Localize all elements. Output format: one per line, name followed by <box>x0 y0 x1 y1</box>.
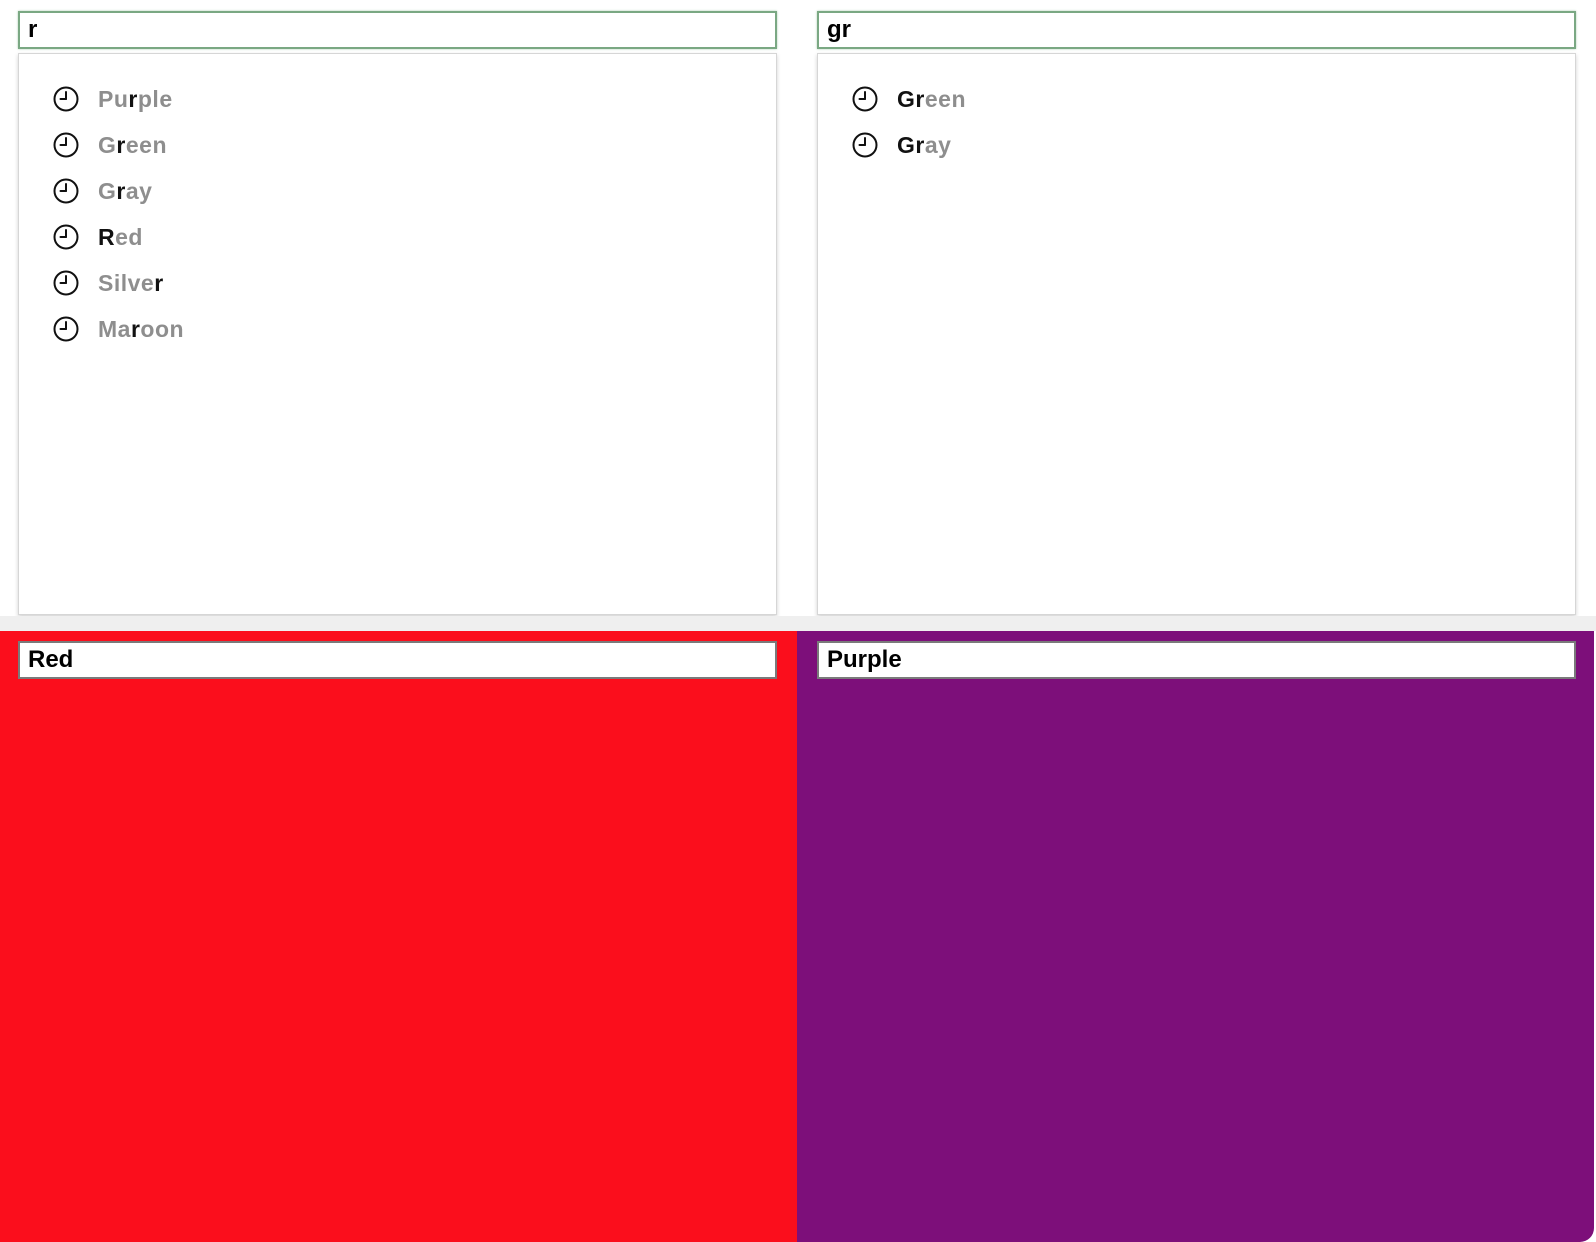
clock-icon <box>851 85 879 113</box>
suggestion-label: Purple <box>98 85 173 112</box>
suggestion-item-silver[interactable]: Silver <box>19 260 776 306</box>
suggestion-item-green[interactable]: Green <box>19 122 776 168</box>
suggestion-label: Silver <box>98 269 164 296</box>
panel-divider <box>0 616 1596 631</box>
clock-icon <box>52 269 80 297</box>
color-input-bottom-left[interactable] <box>18 641 777 679</box>
suggestion-item-red[interactable]: Red <box>19 214 776 260</box>
suggestion-label: Gray <box>98 177 153 204</box>
window: Purple Green Gray Red Silver Maroon Green Gray <box>0 0 1596 1242</box>
suggestion-item-green[interactable]: Green <box>818 76 1575 122</box>
color-preview-red <box>0 631 797 1242</box>
suggestion-label: Red <box>98 223 143 250</box>
autocomplete-dropdown-right: Green Gray <box>817 53 1576 615</box>
color-search-input-top-left[interactable] <box>18 11 777 49</box>
suggestion-item-gray[interactable]: Gray <box>19 168 776 214</box>
suggestion-label: Green <box>98 131 167 158</box>
suggestion-label: Maroon <box>98 315 185 342</box>
color-input-bottom-right[interactable] <box>817 641 1576 679</box>
clock-icon <box>52 223 80 251</box>
suggestion-label: Green <box>897 85 966 112</box>
autocomplete-dropdown-left: Purple Green Gray Red Silver Maroon <box>18 53 777 615</box>
color-preview-purple <box>797 631 1594 1242</box>
suggestion-item-gray[interactable]: Gray <box>818 122 1575 168</box>
color-search-input-top-right[interactable] <box>817 11 1576 49</box>
suggestion-item-maroon[interactable]: Maroon <box>19 306 776 352</box>
suggestion-item-purple[interactable]: Purple <box>19 76 776 122</box>
clock-icon <box>52 85 80 113</box>
clock-icon <box>52 177 80 205</box>
clock-icon <box>851 131 879 159</box>
clock-icon <box>52 315 80 343</box>
suggestion-label: Gray <box>897 131 952 158</box>
clock-icon <box>52 131 80 159</box>
